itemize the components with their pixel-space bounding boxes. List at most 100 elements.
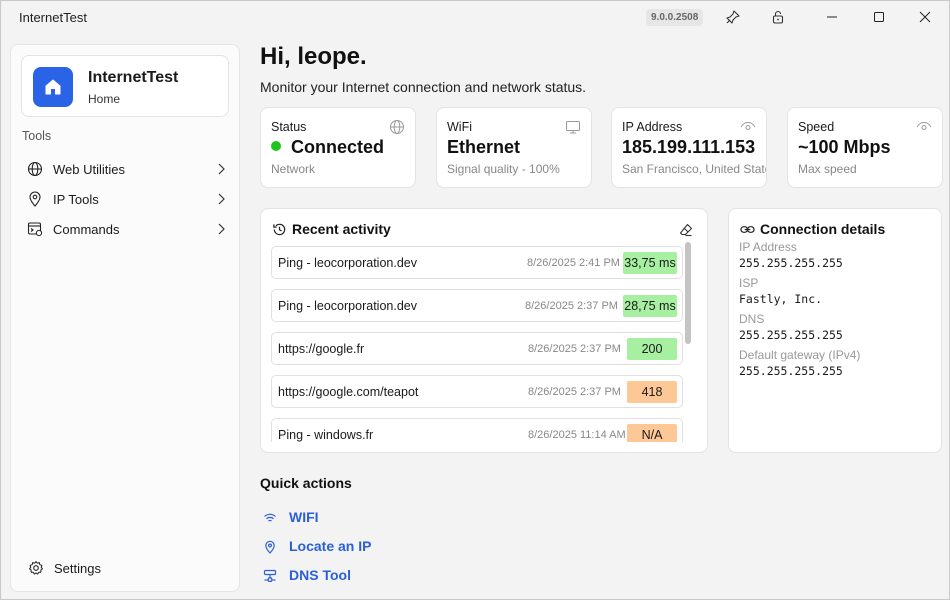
chevron-right-icon <box>218 193 225 205</box>
activity-row[interactable]: https://google.com/teapot 8/26/2025 2:37… <box>271 375 683 408</box>
quick-action-label: Locate an IP <box>289 538 372 554</box>
activity-time: 8/26/2025 2:37 PM <box>528 386 621 398</box>
activity-row[interactable]: Ping - leocorporation.dev 8/26/2025 2:41… <box>271 246 683 279</box>
globe-icon <box>390 120 404 134</box>
activity-name: Ping - leocorporation.dev <box>278 256 417 270</box>
sidebar-item-label: Web Utilities <box>53 162 126 177</box>
activity-result-badge: 33,75 ms <box>623 252 677 274</box>
dns-server-icon <box>263 569 277 583</box>
settings-label: Settings <box>54 561 101 576</box>
detail-label: IP Address <box>739 240 797 254</box>
activity-row[interactable]: Ping - leocorporation.dev 8/26/2025 2:37… <box>271 289 683 322</box>
wifi-subtext: Signal quality - 100% <box>447 162 560 176</box>
speed-label: Speed <box>798 120 835 134</box>
monitor-icon <box>566 121 580 134</box>
status-subtext: Network <box>271 162 316 176</box>
link-icon <box>740 226 755 233</box>
maximize-icon <box>874 12 884 22</box>
chevron-right-icon <box>218 163 225 175</box>
lock-button[interactable] <box>764 5 792 29</box>
app-home-card[interactable]: InternetTest Home <box>21 55 229 117</box>
detail-value: 255.255.255.255 <box>739 364 843 378</box>
eye-icon[interactable] <box>916 119 932 135</box>
command-window-icon <box>27 222 43 237</box>
detail-label: Default gateway (IPv4) <box>739 348 861 362</box>
ip-address-card: IP Address 185.199.111.153 San Francisco… <box>611 107 767 188</box>
app-logo <box>33 67 73 107</box>
app-window: InternetTest 9.0.0.2508 InternetTest Hom… <box>0 0 950 600</box>
activity-time: 8/26/2025 2:37 PM <box>525 300 618 312</box>
detail-label: ISP <box>739 276 759 290</box>
sidebar: InternetTest Home Tools Web Utilities IP… <box>10 44 240 592</box>
status-dot <box>271 141 281 151</box>
wifi-label: WiFi <box>447 120 472 134</box>
sidebar-item-label: Commands <box>53 222 120 237</box>
minimize-button[interactable] <box>809 1 855 33</box>
speed-subtext: Max speed <box>798 162 857 176</box>
sidebar-item-commands[interactable]: Commands <box>19 215 233 243</box>
quick-action-label: WIFI <box>289 509 319 525</box>
activity-time: 8/26/2025 2:37 PM <box>528 343 621 355</box>
maximize-button[interactable] <box>856 1 902 33</box>
detail-value: Fastly, Inc. <box>739 292 823 306</box>
status-value: Connected <box>271 137 384 158</box>
quick-action-label: DNS Tool <box>289 567 351 583</box>
minimize-icon <box>827 16 837 18</box>
activity-time: 8/26/2025 11:14 AM <box>528 429 626 441</box>
ip-location: San Francisco, United States <box>622 162 767 176</box>
title-bar: InternetTest 9.0.0.2508 <box>1 1 949 34</box>
activity-name: Ping - leocorporation.dev <box>278 299 417 313</box>
chevron-right-icon <box>218 223 225 235</box>
tools-section-label: Tools <box>22 129 52 143</box>
activity-result-badge: 200 <box>627 338 677 360</box>
location-pin-icon <box>265 540 275 554</box>
status-text: Connected <box>291 137 385 157</box>
history-icon <box>273 223 286 236</box>
wifi-value: Ethernet <box>447 137 521 157</box>
pin-button[interactable] <box>719 5 747 29</box>
activity-name: Ping - windows.fr <box>278 428 374 442</box>
activity-result-badge: 28,75 ms <box>623 295 677 317</box>
sidebar-item-settings[interactable]: Settings <box>20 554 234 582</box>
current-page-label: Home <box>88 92 121 106</box>
status-card: Status Connected Network <box>260 107 416 188</box>
activity-result-badge: N/A <box>627 424 677 442</box>
eraser-icon[interactable] <box>679 223 693 237</box>
detail-value: 255.255.255.255 <box>739 328 843 342</box>
pin-icon <box>726 10 740 24</box>
close-icon <box>919 11 931 23</box>
activity-scrollbar[interactable] <box>685 242 691 344</box>
greeting-heading: Hi, leope. <box>260 43 367 70</box>
activity-row[interactable]: Ping - windows.fr 8/26/2025 11:14 AM N/A <box>271 418 683 442</box>
sidebar-item-ip-tools[interactable]: IP Tools <box>19 185 233 213</box>
activity-row[interactable]: https://google.fr 8/26/2025 2:37 PM 200 <box>271 332 683 365</box>
status-label: Status <box>271 120 307 134</box>
speed-value: ~100 Mbps <box>798 137 891 157</box>
activity-time: 8/26/2025 2:41 PM <box>527 257 620 269</box>
sidebar-item-web-utilities[interactable]: Web Utilities <box>19 155 233 183</box>
activity-result-badge: 418 <box>627 381 677 403</box>
speed-card: Speed ~100 Mbps Max speed <box>787 107 943 188</box>
detail-label: DNS <box>739 312 765 326</box>
app-name: InternetTest <box>88 69 179 86</box>
activity-list: Ping - leocorporation.dev 8/26/2025 2:41… <box>271 246 683 442</box>
wifi-icon <box>264 513 276 522</box>
version-badge: 9.0.0.2508 <box>646 9 704 26</box>
connection-details-title: Connection details <box>760 221 886 237</box>
location-pin-icon <box>29 191 41 207</box>
activity-name: https://google.fr <box>278 342 365 356</box>
eye-icon[interactable] <box>740 119 756 135</box>
wifi-card: WiFi Ethernet Signal quality - 100% <box>436 107 592 188</box>
globe-icon <box>27 161 43 177</box>
recent-activity-title: Recent activity <box>292 221 391 237</box>
recent-activity-panel: Recent activity Ping - leocorporation.de… <box>260 208 708 453</box>
activity-name: https://google.com/teapot <box>278 385 419 399</box>
close-button[interactable] <box>902 1 948 33</box>
page-subtitle: Monitor your Internet connection and net… <box>260 79 587 95</box>
sidebar-item-label: IP Tools <box>53 192 99 207</box>
ip-label: IP Address <box>622 120 683 134</box>
window-title: InternetTest <box>19 10 87 25</box>
connection-details-panel: Connection details IP Address 255.255.25… <box>728 208 942 453</box>
unlock-icon <box>772 10 784 24</box>
home-icon <box>45 79 61 95</box>
